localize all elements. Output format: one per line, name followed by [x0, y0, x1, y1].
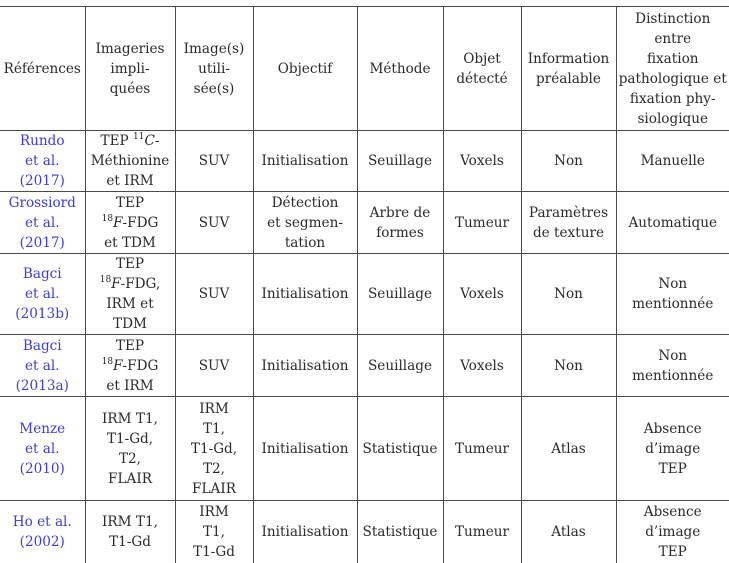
- method-cell: Arbre de formes: [356, 191, 444, 254]
- header-images-used: Image(s) utili- sée(s): [174, 6, 254, 131]
- distinction-cell: Automatique: [615, 191, 729, 254]
- reference-link[interactable]: Bagci et al. (2013b): [0, 253, 86, 335]
- imageries-cell: IRM T1, T1-Gd: [84, 500, 176, 563]
- reference-link[interactable]: Bagci et al. (2013a): [0, 334, 86, 397]
- table-row: Ho et al. (2002) IRM T1, T1-Gd IRM T1, T…: [0, 500, 729, 563]
- objective-cell: Initialisation: [252, 130, 358, 192]
- imageries-cell: TEP 18F-FDG, IRM et TDM: [84, 253, 176, 335]
- header-object: Objet détecté: [442, 6, 522, 131]
- objective-cell: Initialisation: [252, 334, 358, 397]
- distinction-cell: Manuelle: [615, 130, 729, 192]
- imageries-cell: TEP 18F-FDG et IRM: [84, 334, 176, 397]
- prior-info-cell: Atlas: [520, 396, 617, 501]
- header-objective: Objectif: [252, 6, 358, 131]
- object-cell: Voxels: [442, 334, 522, 397]
- imageries-cell: TEP 11C- Méthionine et IRM: [84, 130, 176, 192]
- images-used-cell: SUV: [174, 130, 254, 192]
- images-used-cell: SUV: [174, 191, 254, 254]
- prior-info-cell: Non: [520, 334, 617, 397]
- images-used-cell: IRM T1, T1-Gd, T2, FLAIR: [174, 396, 254, 501]
- objective-cell: Initialisation: [252, 253, 358, 335]
- reference-link[interactable]: Menze et al. (2010): [0, 396, 86, 501]
- prior-info-cell: Paramètres de texture: [520, 191, 617, 254]
- method-cell: Seuillage: [356, 253, 444, 335]
- distinction-cell: Absence d’image TEP: [615, 396, 729, 501]
- comparison-table: Références Imageries impli- quées Image(…: [0, 6, 729, 563]
- method-cell: Seuillage: [356, 334, 444, 397]
- objective-cell: Détection et segmen- tation: [252, 191, 358, 254]
- table-row: Bagci et al. (2013b) TEP 18F-FDG, IRM et…: [0, 253, 729, 335]
- object-cell: Tumeur: [442, 396, 522, 501]
- objective-cell: Initialisation: [252, 396, 358, 501]
- header-row: Références Imageries impli- quées Image(…: [0, 6, 729, 131]
- header-distinction: Distinction entre fixation pathologique …: [615, 6, 729, 131]
- prior-info-cell: Atlas: [520, 500, 617, 563]
- distinction-cell: Non mentionnée: [615, 334, 729, 397]
- distinction-cell: Absence d’image TEP: [615, 500, 729, 563]
- header-method: Méthode: [356, 6, 444, 131]
- table-row: Rundo et al. (2017) TEP 11C- Méthionine …: [0, 130, 729, 192]
- method-cell: Seuillage: [356, 130, 444, 192]
- prior-info-cell: Non: [520, 130, 617, 192]
- object-cell: Tumeur: [442, 191, 522, 254]
- header-prior-info: Information préalable: [520, 6, 617, 131]
- images-used-cell: SUV: [174, 334, 254, 397]
- table-row: Menze et al. (2010) IRM T1, T1-Gd, T2, F…: [0, 396, 729, 501]
- method-cell: Statistique: [356, 500, 444, 563]
- images-used-cell: SUV: [174, 253, 254, 335]
- imageries-cell: IRM T1, T1-Gd, T2, FLAIR: [84, 396, 176, 501]
- table-row: Bagci et al. (2013a) TEP 18F-FDG et IRM …: [0, 334, 729, 397]
- object-cell: Voxels: [442, 130, 522, 192]
- reference-link[interactable]: Ho et al. (2002): [0, 500, 86, 563]
- objective-cell: Initialisation: [252, 500, 358, 563]
- imageries-cell: TEP 18F-FDG et TDM: [84, 191, 176, 254]
- header-imageries: Imageries impli- quées: [84, 6, 176, 131]
- header-references: Références: [0, 6, 86, 131]
- method-cell: Statistique: [356, 396, 444, 501]
- table-row: Grossiord et al. (2017) TEP 18F-FDG et T…: [0, 191, 729, 254]
- prior-info-cell: Non: [520, 253, 617, 335]
- reference-link[interactable]: Grossiord et al. (2017): [0, 191, 86, 254]
- images-used-cell: IRM T1, T1-Gd: [174, 500, 254, 563]
- distinction-cell: Non mentionnée: [615, 253, 729, 335]
- object-cell: Tumeur: [442, 500, 522, 563]
- object-cell: Voxels: [442, 253, 522, 335]
- reference-link[interactable]: Rundo et al. (2017): [0, 130, 86, 192]
